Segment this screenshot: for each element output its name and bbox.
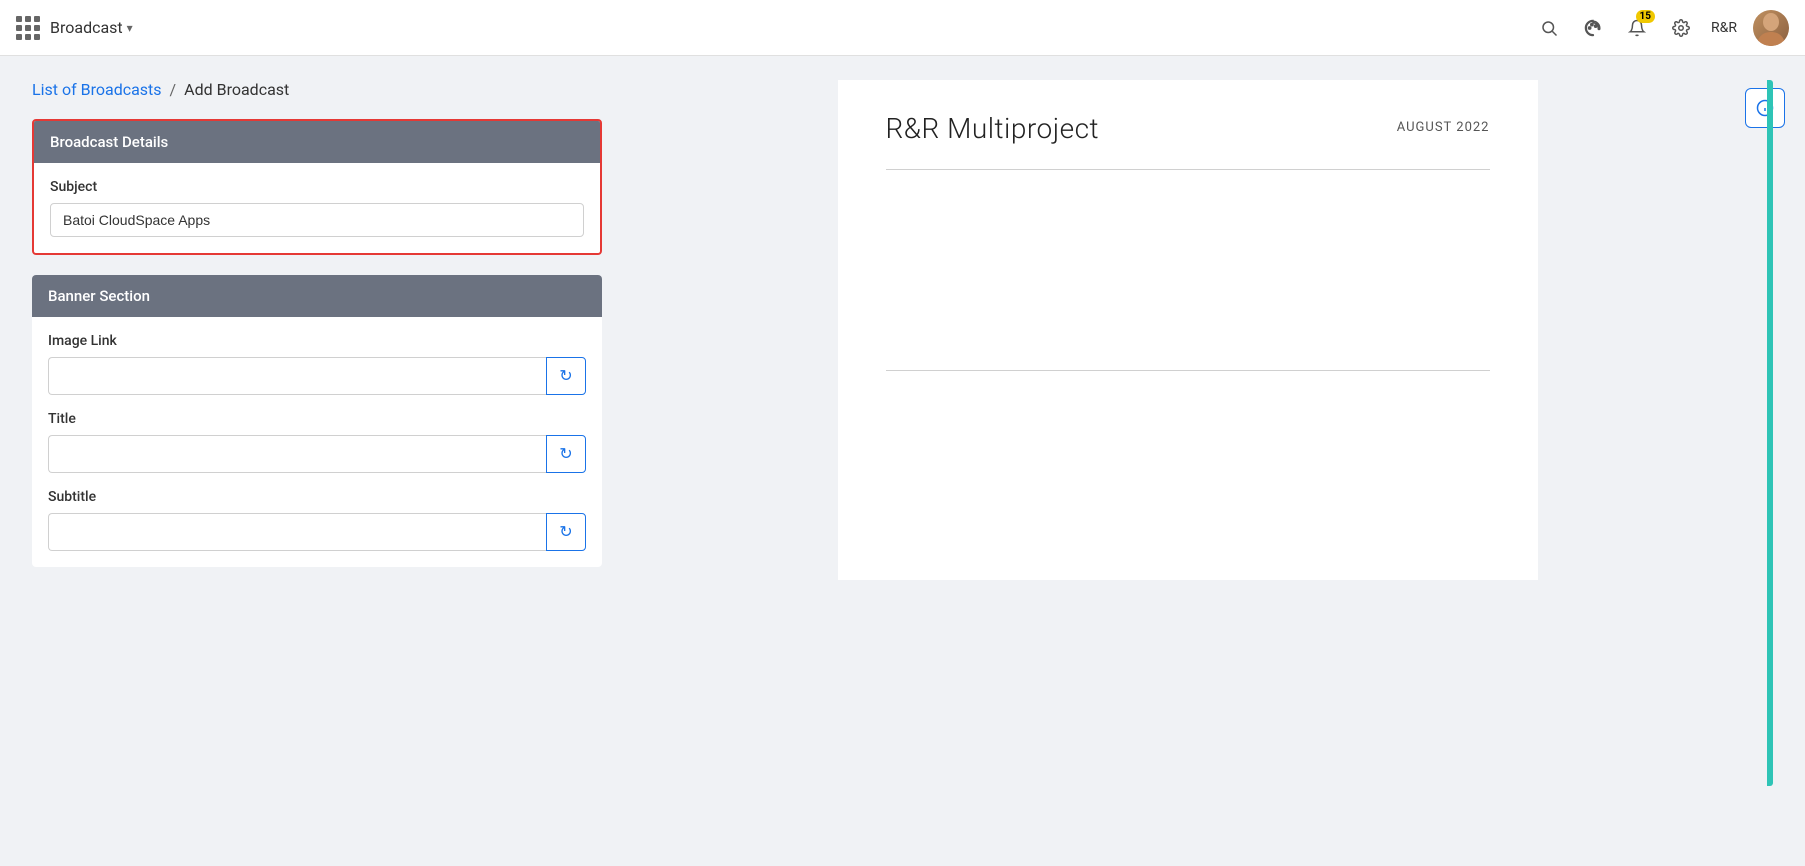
- avatar[interactable]: [1753, 10, 1789, 46]
- preview-header: R&R Multiproject AUGUST 2022: [886, 112, 1490, 145]
- subtitle-field-group: Subtitle ↻: [48, 489, 586, 551]
- refresh-icon-title: ↻: [559, 444, 572, 464]
- subject-input[interactable]: [50, 203, 584, 237]
- subtitle-label: Subtitle: [48, 489, 586, 505]
- preview-date: AUGUST 2022: [1397, 120, 1490, 135]
- right-panel: R&R Multiproject AUGUST 2022: [602, 80, 1773, 786]
- settings-icon[interactable]: [1667, 14, 1695, 42]
- refresh-icon-subtitle: ↻: [559, 522, 572, 542]
- search-icon[interactable]: [1535, 14, 1563, 42]
- notification-count: 15: [1636, 10, 1655, 23]
- title-refresh-button[interactable]: ↻: [546, 435, 586, 473]
- palette-icon[interactable]: [1579, 14, 1607, 42]
- title-field-group: Title ↻: [48, 411, 586, 473]
- title-label: Title: [48, 411, 586, 427]
- subtitle-refresh-button[interactable]: ↻: [546, 513, 586, 551]
- refresh-icon-image: ↻: [559, 366, 572, 386]
- app-title-text: Broadcast: [50, 18, 123, 37]
- banner-section: Banner Section Image Link ↻ Title: [32, 275, 602, 567]
- banner-section-header: Banner Section: [32, 275, 602, 317]
- preview-bottom-divider: [886, 370, 1490, 371]
- image-link-field-group: Image Link ↻: [48, 333, 586, 395]
- preview-company-name: R&R Multiproject: [886, 112, 1100, 145]
- banner-section-body: Image Link ↻ Title ↻: [32, 317, 602, 567]
- topnav-right: 15 R&R: [1535, 10, 1789, 46]
- breadcrumb: List of Broadcasts / Add Broadcast: [32, 80, 602, 99]
- main-content: List of Broadcasts / Add Broadcast Broad…: [0, 56, 1805, 810]
- teal-bar: [1767, 80, 1773, 786]
- image-link-input-group: ↻: [48, 357, 586, 395]
- broadcast-details-header: Broadcast Details: [34, 121, 600, 163]
- image-link-input[interactable]: [48, 357, 546, 395]
- breadcrumb-separator: /: [170, 80, 177, 99]
- image-link-label: Image Link: [48, 333, 586, 349]
- title-input[interactable]: [48, 435, 546, 473]
- grid-icon[interactable]: [16, 16, 40, 40]
- preview-area: R&R Multiproject AUGUST 2022: [838, 80, 1538, 580]
- subtitle-input[interactable]: [48, 513, 546, 551]
- app-title[interactable]: Broadcast ▾: [50, 18, 133, 37]
- subtitle-input-group: ↻: [48, 513, 586, 551]
- subject-label: Subject: [50, 179, 584, 195]
- user-label[interactable]: R&R: [1711, 20, 1737, 36]
- app-title-chevron: ▾: [127, 21, 133, 35]
- subject-field-group: Subject: [50, 179, 584, 237]
- avatar-image: [1753, 10, 1789, 46]
- image-link-refresh-button[interactable]: ↻: [546, 357, 586, 395]
- topnav: Broadcast ▾ 15: [0, 0, 1805, 56]
- title-input-group: ↻: [48, 435, 586, 473]
- breadcrumb-list-link[interactable]: List of Broadcasts: [32, 80, 162, 99]
- broadcast-details-section: Broadcast Details Subject: [32, 119, 602, 255]
- left-panel: List of Broadcasts / Add Broadcast Broad…: [32, 80, 602, 786]
- notification-icon[interactable]: 15: [1623, 14, 1651, 42]
- topnav-left: Broadcast ▾: [16, 16, 133, 40]
- preview-top-divider: [886, 169, 1490, 170]
- breadcrumb-current: Add Broadcast: [184, 80, 289, 99]
- broadcast-details-body: Subject: [34, 163, 600, 253]
